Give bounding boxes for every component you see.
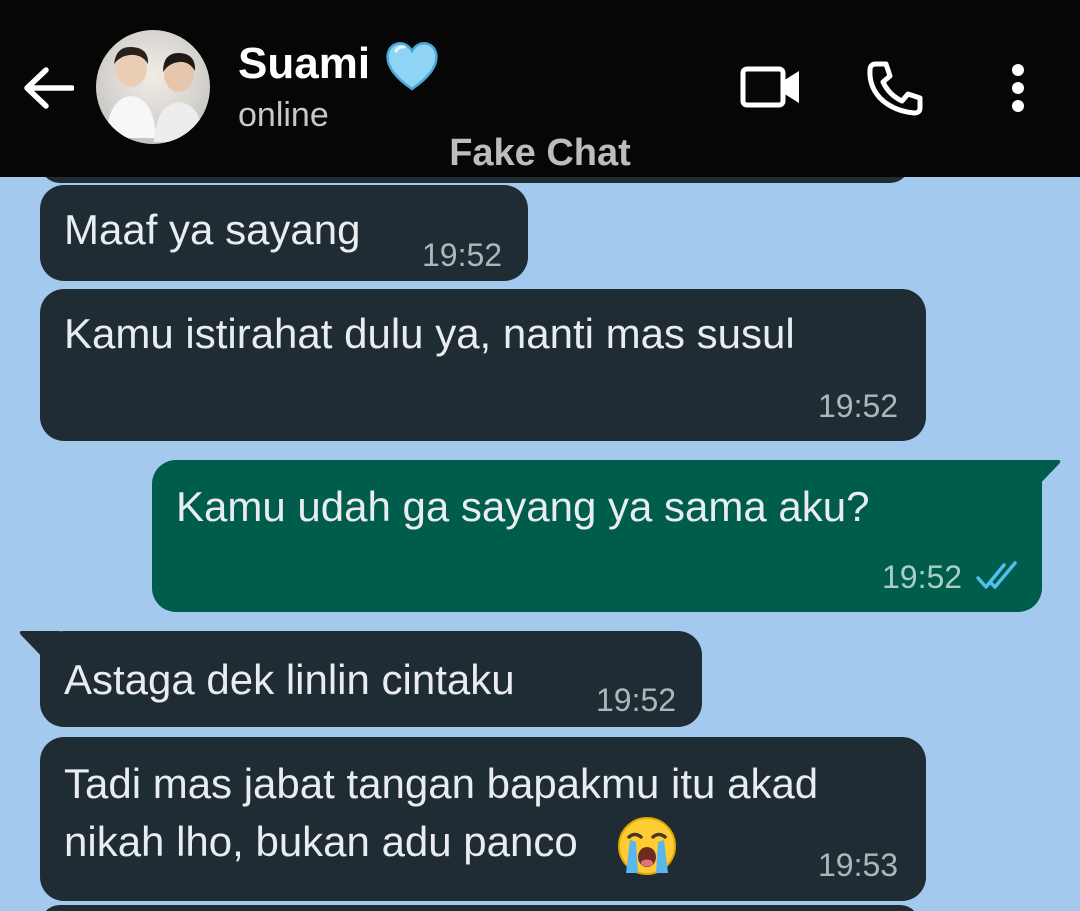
more-options-button[interactable] [996, 56, 1040, 120]
avatar-person-right [154, 52, 204, 142]
message-time: 19:52 [422, 237, 503, 273]
message-time: 19:53 [818, 847, 899, 883]
message-text-line: Tadi mas jabat tangan bapakmu itu akad [64, 760, 819, 807]
loudly-crying-face-icon [618, 817, 676, 875]
video-camera-icon [740, 66, 799, 108]
outgoing-message[interactable]: Kamu udah ga sayang ya sama aku? 19:52 [152, 460, 1042, 612]
message-time: 19:52 [596, 682, 677, 718]
incoming-message[interactable]: Maaf ya sayang 19:52 [40, 185, 528, 281]
message-list[interactable]: Maaf ya sayang 19:52 Kamu istirahat dulu… [0, 177, 1080, 911]
message-text: Kamu udah ga sayang ya sama aku? [176, 483, 870, 530]
double-check-icon [976, 561, 1017, 589]
incoming-message[interactable]: Tadi mas jabat tangan bapakmu itu akad n… [40, 737, 926, 901]
avatar-person-left [106, 46, 156, 138]
message-time: 19:52 [818, 388, 899, 424]
contact-name[interactable]: Suami [238, 36, 370, 92]
more-vertical-icon [1012, 64, 1024, 112]
phone-icon [867, 61, 923, 116]
partial-message-bubble [40, 177, 910, 183]
message-time: 19:52 [882, 559, 963, 595]
message-text: Kamu istirahat dulu ya, nanti mas susul [64, 310, 795, 357]
back-button[interactable] [18, 58, 78, 118]
message-text: Astaga dek linlin cintaku [64, 656, 515, 703]
partial-message-bubble [40, 905, 920, 911]
contact-avatar[interactable] [96, 30, 210, 144]
message-text-line: nikah lho, bukan adu panco [64, 818, 578, 865]
video-call-button[interactable] [738, 58, 804, 118]
light-blue-heart-icon [386, 42, 438, 91]
chat-header: Suami online Fake Chat [0, 0, 1080, 177]
watermark-text: Fake Chat [449, 132, 631, 174]
incoming-message[interactable]: Astaga dek linlin cintaku 19:52 [40, 631, 702, 727]
arrow-left-icon [24, 67, 74, 109]
incoming-message[interactable]: Kamu istirahat dulu ya, nanti mas susul … [40, 289, 926, 441]
voice-call-button[interactable] [862, 58, 926, 118]
